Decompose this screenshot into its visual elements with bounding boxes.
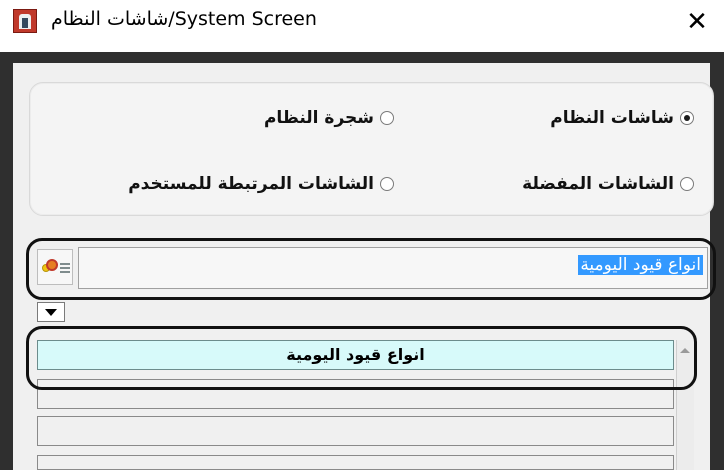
radio-system-screens[interactable]: شاشات النظام [550, 108, 694, 128]
radio-system-tree[interactable]: شجرة النظام [264, 108, 394, 128]
window-title: شاشات النظام/System Screen [51, 8, 317, 30]
list-item[interactable] [37, 416, 674, 446]
radio-selected-icon [680, 111, 694, 125]
radio-unselected-icon [380, 111, 394, 125]
title-bar: شاشات النظام/System Screen ✕ [0, 0, 724, 52]
radio-favorite-screens[interactable]: الشاشات المفضلة [522, 174, 694, 194]
radio-label: الشاشات المفضلة [522, 174, 674, 194]
result-highlight-outline [26, 326, 697, 390]
radio-user-linked-screens[interactable]: الشاشات المرتبطة للمستخدم [128, 174, 394, 194]
chevron-down-icon[interactable] [37, 302, 65, 322]
view-mode-panel [29, 82, 714, 216]
close-button[interactable]: ✕ [672, 2, 722, 42]
radio-unselected-icon [380, 177, 394, 191]
radio-label: شجرة النظام [263, 108, 374, 128]
radio-label: شاشات النظام [550, 108, 674, 128]
search-input[interactable]: انواع قيود اليومية [78, 247, 708, 289]
app-icon [13, 9, 37, 33]
find-screen-icon[interactable] [37, 249, 73, 285]
search-input-value: انواع قيود اليومية [578, 255, 703, 275]
radio-unselected-icon [680, 177, 694, 191]
radio-label: الشاشات المرتبطة للمستخدم [128, 174, 374, 194]
list-item[interactable] [37, 455, 674, 470]
